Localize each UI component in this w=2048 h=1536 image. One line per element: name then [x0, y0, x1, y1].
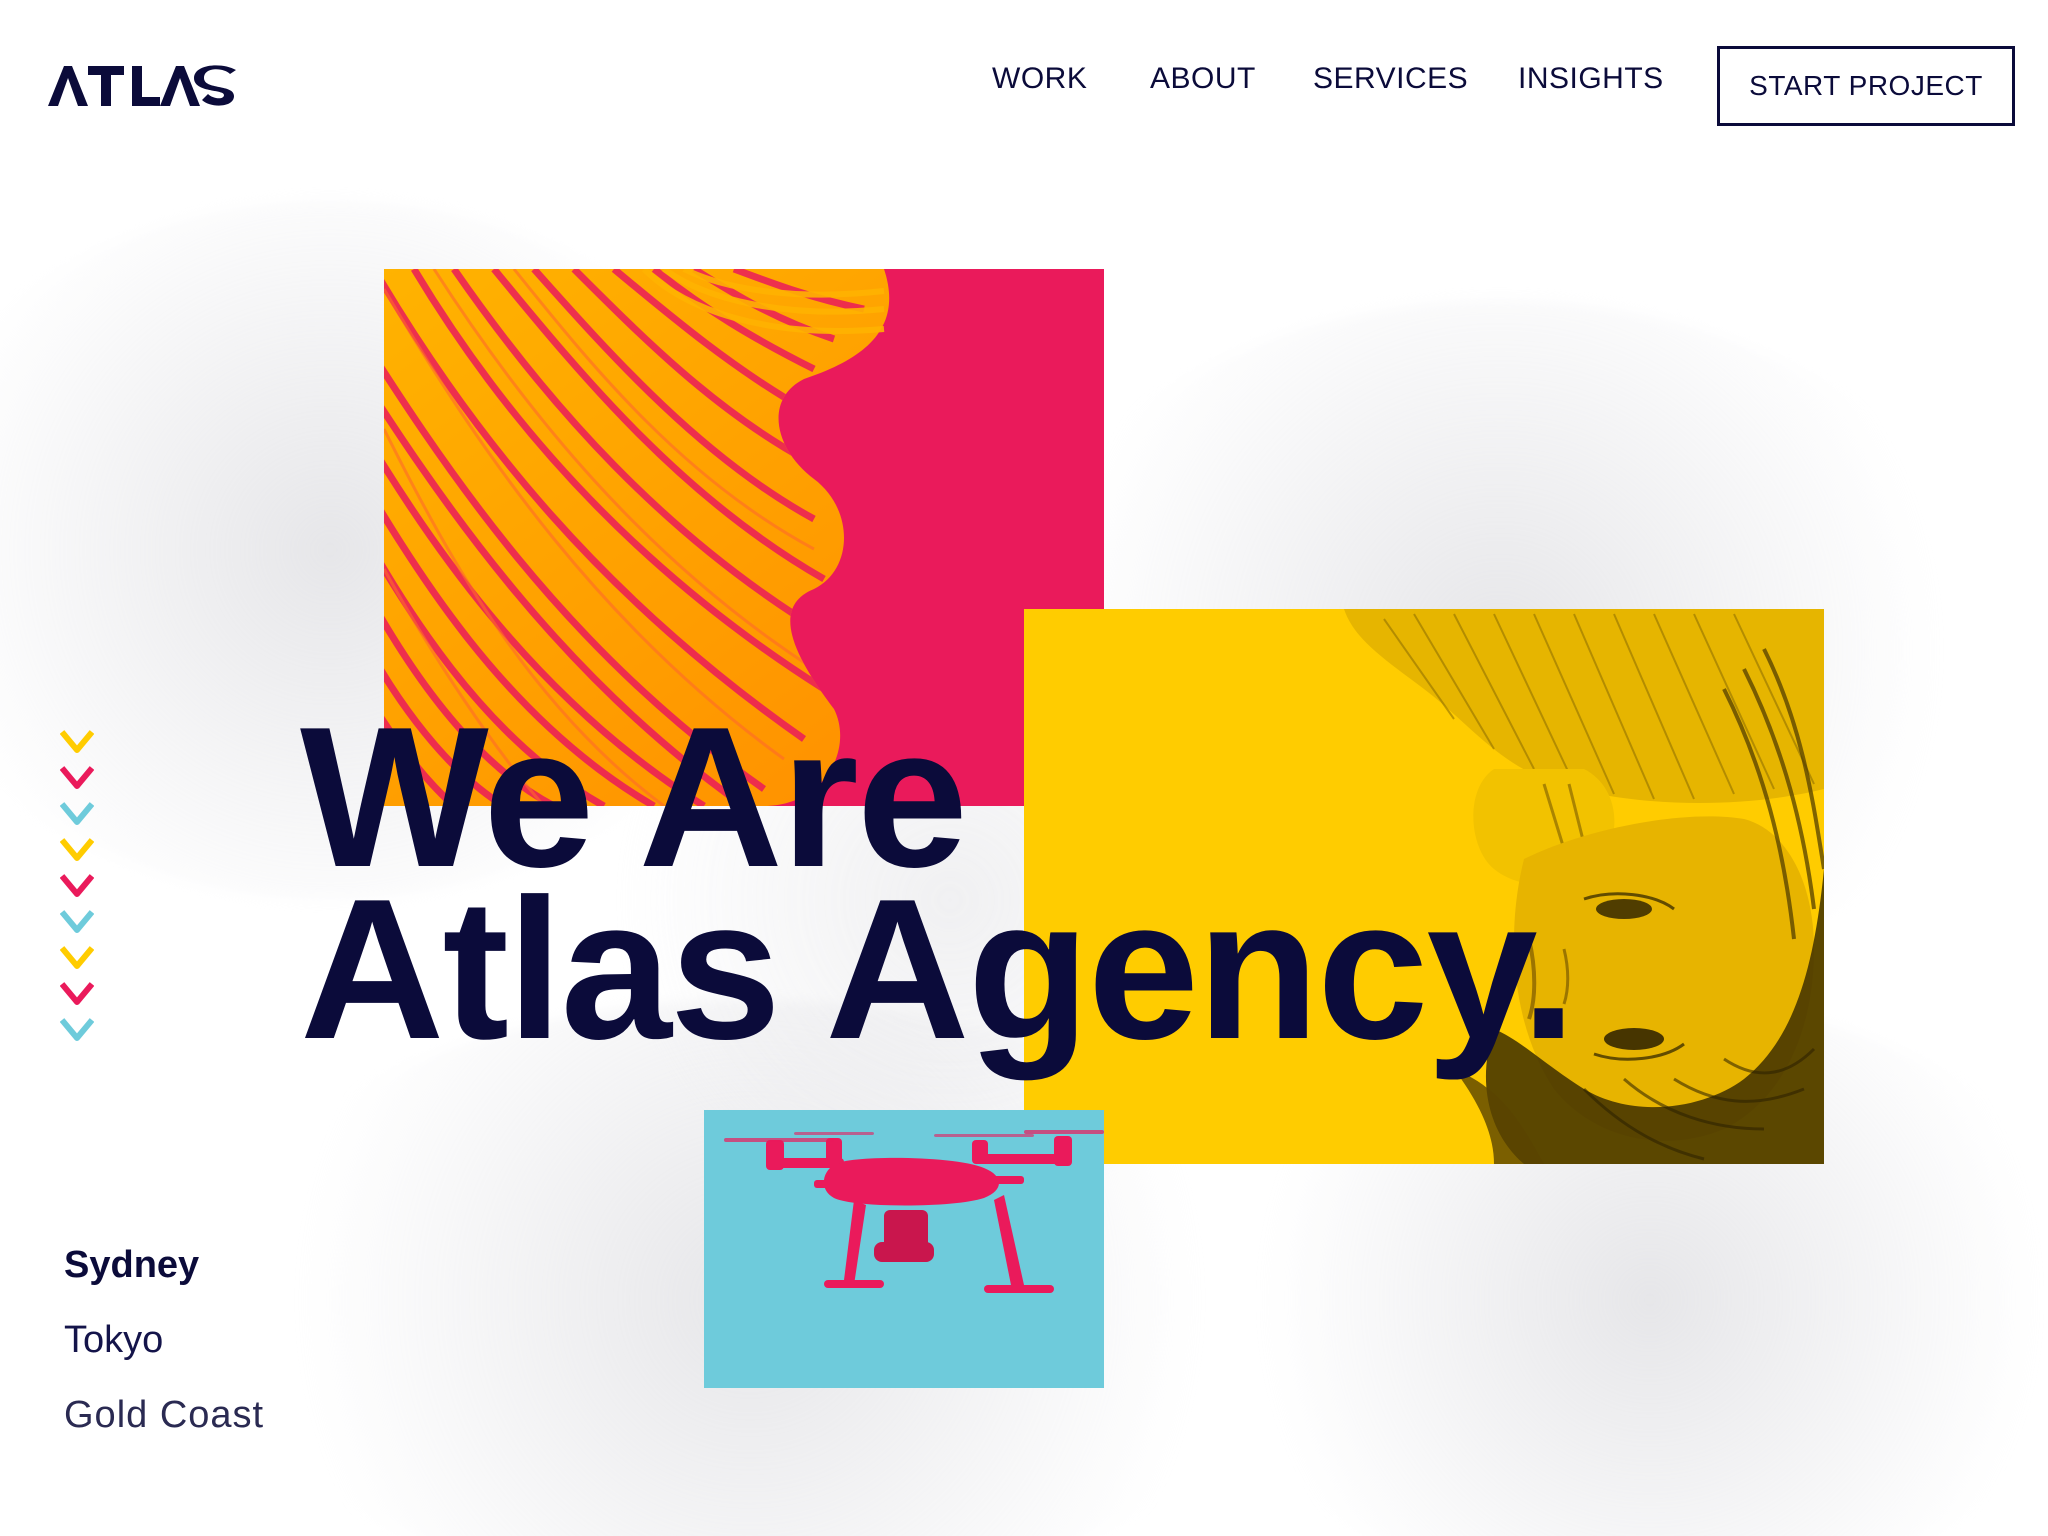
nav-work[interactable]: WORK: [992, 62, 1087, 96]
chevron-down-icon: [60, 874, 94, 897]
chevron-down-icon: [60, 730, 94, 753]
location-sydney[interactable]: Sydney: [64, 1244, 264, 1287]
nav-insights[interactable]: INSIGHTS: [1518, 62, 1664, 96]
atlas-logo-mark: [48, 65, 236, 106]
nav-services[interactable]: SERVICES: [1313, 62, 1468, 96]
chevron-down-icon: [60, 766, 94, 789]
start-project-button[interactable]: START PROJECT: [1717, 46, 2015, 126]
chevron-down-icon: [60, 946, 94, 969]
hero-line-2: Atlas Agency.: [300, 858, 1576, 1081]
chevron-down-icon: [60, 802, 94, 825]
site-header: WORK ABOUT SERVICES INSIGHTS START PROJE…: [0, 0, 2048, 170]
hero-heading: We Are Atlas Agency.: [300, 698, 1576, 1081]
atlas-logo[interactable]: [48, 56, 248, 116]
chevron-down-icon: [60, 838, 94, 861]
location-tokyo[interactable]: Tokyo: [64, 1319, 264, 1362]
chevron-down-icon: [60, 982, 94, 1005]
nav-about[interactable]: ABOUT: [1150, 62, 1256, 96]
drone-photo: [704, 1110, 1104, 1388]
chevron-down-icon: [60, 910, 94, 933]
location-gold-coast[interactable]: Gold Coast: [64, 1394, 264, 1437]
location-list: Sydney Tokyo Gold Coast: [64, 1244, 264, 1469]
drone-illustration: [704, 1110, 1104, 1388]
chevron-down-icon: [60, 1018, 94, 1041]
chevron-stack: [60, 730, 96, 1054]
